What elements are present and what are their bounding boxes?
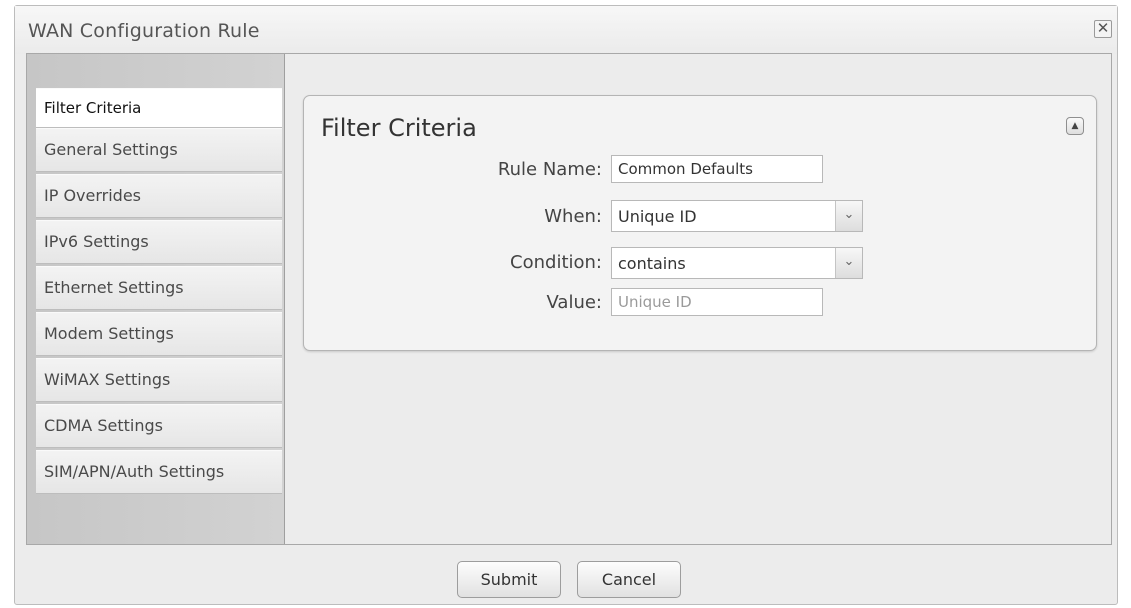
submit-button[interactable]: Submit: [457, 561, 561, 598]
rule-name-input[interactable]: [611, 155, 823, 183]
condition-label: Condition:: [510, 252, 602, 273]
sidebar-item-cdma-settings[interactable]: CDMA Settings: [36, 404, 282, 448]
dialog-content: Filter Criteria General Settings IP Over…: [26, 53, 1112, 545]
filter-criteria-panel: Filter Criteria ▲ Rule Name: When: Uniqu…: [303, 95, 1097, 351]
value-row: Value:: [304, 288, 1098, 318]
when-select[interactable]: Unique ID ⌄: [611, 200, 863, 232]
sidebar-item-general-settings[interactable]: General Settings: [36, 128, 282, 172]
panel-title: Filter Criteria: [321, 114, 477, 142]
sidebar-item-ip-overrides[interactable]: IP Overrides: [36, 174, 282, 218]
sidebar-item-filter-criteria[interactable]: Filter Criteria: [36, 88, 282, 128]
sidebar-nav: Filter Criteria General Settings IP Over…: [27, 54, 285, 544]
collapse-up-icon[interactable]: ▲: [1066, 117, 1084, 135]
value-label: Value:: [546, 292, 603, 313]
when-selected-value: Unique ID: [618, 207, 697, 226]
sidebar-item-ethernet-settings[interactable]: Ethernet Settings: [36, 266, 282, 310]
chevron-down-icon: ⌄: [835, 201, 862, 231]
cancel-button[interactable]: Cancel: [577, 561, 681, 598]
when-row: When: Unique ID ⌄: [304, 200, 1098, 232]
main-pane: Filter Criteria ▲ Rule Name: When: Uniqu…: [285, 54, 1111, 544]
condition-select[interactable]: contains ⌄: [611, 247, 863, 279]
when-label: When:: [544, 206, 602, 227]
condition-row: Condition: contains ⌄: [304, 247, 1098, 279]
dialog-footer: Submit Cancel: [15, 546, 1117, 606]
chevron-down-icon: ⌄: [835, 248, 862, 278]
close-icon[interactable]: ✕: [1094, 20, 1112, 38]
rule-name-row: Rule Name:: [304, 155, 1098, 185]
sidebar-item-sim-apn-auth-settings[interactable]: SIM/APN/Auth Settings: [36, 450, 282, 494]
value-input[interactable]: [611, 288, 823, 316]
sidebar-item-ipv6-settings[interactable]: IPv6 Settings: [36, 220, 282, 264]
sidebar-item-wimax-settings[interactable]: WiMAX Settings: [36, 358, 282, 402]
condition-selected-value: contains: [618, 254, 686, 273]
wan-configuration-dialog: WAN Configuration Rule ✕ Filter Criteria…: [14, 5, 1118, 605]
rule-name-label: Rule Name:: [497, 159, 602, 180]
sidebar-item-modem-settings[interactable]: Modem Settings: [36, 312, 282, 356]
dialog-title: WAN Configuration Rule: [28, 20, 260, 42]
dialog-title-bar: WAN Configuration Rule ✕: [15, 6, 1117, 54]
